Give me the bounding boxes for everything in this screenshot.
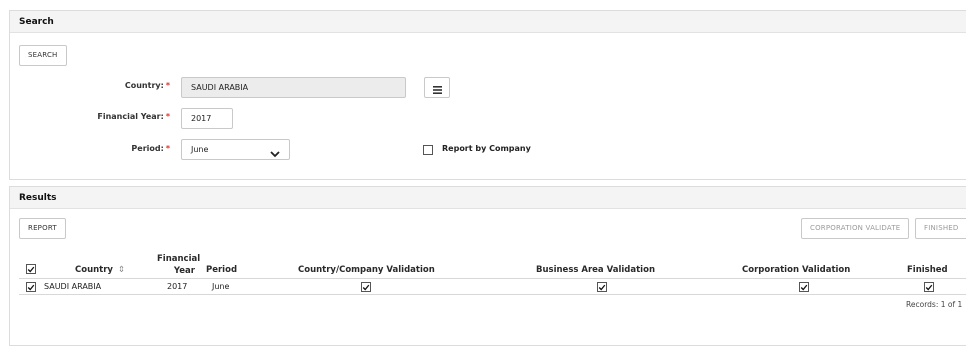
country-lookup-button[interactable]: [424, 77, 450, 98]
results-panel: Results REPORT CORPORATION VALIDATE FINI…: [9, 186, 966, 346]
checkmark-icon: [27, 284, 35, 290]
required-asterisk: *: [165, 144, 170, 153]
sort-icon: ⇕: [117, 265, 126, 275]
column-header-country-label: Country: [75, 265, 113, 275]
search-panel-title: Search: [10, 11, 966, 33]
cell-country: SAUDI ARABIA: [44, 282, 102, 291]
records-count: Records: 1 of 1: [906, 300, 963, 309]
table-row[interactable]: SAUDI ARABIA 2017 June: [19, 279, 966, 295]
cell-financial-year: 2017: [167, 282, 188, 291]
financial-year-field[interactable]: 2017: [181, 108, 233, 129]
report-by-company-label: Report by Company: [442, 144, 531, 153]
period-select-value: June: [191, 145, 209, 154]
period-label-text: Period:: [131, 144, 164, 153]
report-button[interactable]: REPORT: [19, 218, 66, 239]
cell-finished-checkbox[interactable]: [924, 282, 934, 292]
financial-year-label-text: Financial Year:: [97, 112, 164, 121]
checkmark-icon: [27, 266, 35, 272]
financial-year-label: Financial Year: *: [10, 112, 170, 121]
checkmark-icon: [925, 284, 933, 290]
row-select-checkbox[interactable]: [26, 282, 36, 292]
column-header-financial-year: Financial Year: [157, 254, 201, 276]
cell-business-area-validation-checkbox[interactable]: [597, 282, 607, 292]
column-header-financial-year-line1: Financial: [157, 254, 201, 264]
cell-period: June: [212, 282, 230, 291]
cell-corporation-validation-checkbox[interactable]: [799, 282, 809, 292]
column-header-business-area-validation: Business Area Validation: [536, 265, 655, 275]
checkmark-icon: [362, 284, 370, 290]
report-by-company-checkbox[interactable]: [423, 145, 433, 155]
required-asterisk: *: [165, 81, 170, 90]
results-panel-title: Results: [10, 187, 966, 209]
country-label: Country: *: [10, 81, 170, 90]
menu-icon: [432, 86, 442, 94]
column-header-corporation-validation: Corporation Validation: [742, 265, 851, 275]
chevron-down-icon: [270, 146, 280, 165]
country-label-text: Country:: [124, 81, 164, 90]
select-all-checkbox[interactable]: [26, 264, 36, 274]
country-field[interactable]: SAUDI ARABIA: [181, 77, 406, 98]
column-header-country[interactable]: Country ⇕: [75, 265, 125, 275]
column-header-period: Period: [206, 265, 238, 275]
column-header-finished: Finished: [907, 265, 948, 275]
column-header-country-company-validation: Country/Company Validation: [298, 265, 435, 275]
checkmark-icon: [800, 284, 808, 290]
cell-country-company-validation-checkbox[interactable]: [361, 282, 371, 292]
required-asterisk: *: [165, 112, 170, 121]
column-header-financial-year-line2: Year: [173, 266, 195, 276]
period-label: Period: *: [10, 144, 170, 153]
period-select[interactable]: June: [181, 139, 290, 160]
checkmark-icon: [598, 284, 606, 290]
search-panel: Search SEARCH Country: * SAUDI ARABIA Fin…: [9, 10, 966, 180]
finished-button[interactable]: FINISHED: [915, 218, 966, 239]
search-button[interactable]: SEARCH: [19, 45, 67, 66]
corporation-validate-button[interactable]: CORPORATION VALIDATE: [801, 218, 910, 239]
